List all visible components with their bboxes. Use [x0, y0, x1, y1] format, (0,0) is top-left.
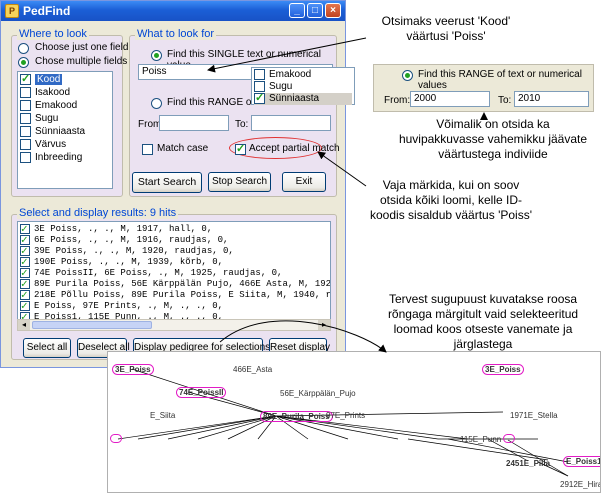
field-checkbox[interactable]: [20, 139, 31, 150]
field-checkbox[interactable]: [20, 87, 31, 98]
exit-button[interactable]: Exit: [282, 172, 326, 192]
callout-field-search: Otsimaks veerust 'Kood' väärtusi 'Poiss': [381, 14, 511, 43]
field-checkbox[interactable]: [20, 100, 31, 111]
scroll-right-icon[interactable]: ▸: [318, 320, 330, 330]
inset-field-synniaasta: Sünniaasta: [254, 91, 352, 105]
pedigree-node[interactable]: 1971E_Stella: [510, 411, 558, 420]
field-checkbox[interactable]: [20, 152, 31, 163]
single-value-radio[interactable]: [151, 50, 162, 61]
inset-from-input: 2000: [410, 91, 490, 107]
option-multiple-fields-radio[interactable]: [18, 57, 29, 68]
scroll-thumb[interactable]: [32, 321, 152, 329]
pedigree-node[interactable]: 2451E_Pilla: [506, 459, 550, 468]
inset-to-label: To:: [498, 95, 512, 106]
field-checkbox[interactable]: [20, 72, 31, 85]
partial-match-label: Accept partial match: [249, 143, 340, 154]
results-count: 9 hits: [149, 207, 177, 219]
field-checkbox[interactable]: [20, 126, 31, 137]
field-checkbox[interactable]: [20, 113, 31, 124]
minimize-button[interactable]: _: [289, 3, 305, 18]
pedigree-node[interactable]: 89E_Purila_Poiss: [260, 411, 333, 422]
field-checkbox: [254, 91, 265, 104]
start-search-button[interactable]: Start Search: [132, 172, 202, 193]
to-label: To:: [235, 119, 249, 130]
pedigree-node[interactable]: [110, 434, 122, 443]
callout-pedigree: Tervest sugupuust kuvatakse roosa rõngag…: [387, 292, 579, 351]
pedigree-node[interactable]: 115E_Punn: [460, 435, 501, 444]
pedigree-node[interactable]: 97E_Prints: [326, 411, 365, 420]
pedigree-node[interactable]: 466E_Asta: [233, 365, 272, 374]
callout-range-search: Võimalik on otsida ka huvipakkuvasse vah…: [398, 117, 588, 161]
close-button[interactable]: ×: [325, 3, 341, 18]
window-title: PedFind: [23, 4, 71, 18]
title-bar[interactable]: P PedFind _ □ ×: [1, 1, 345, 21]
match-case-checkbox[interactable]: [142, 144, 153, 155]
pedigree-node[interactable]: E_Siita: [150, 411, 175, 420]
results-hscrollbar[interactable]: ◂ ▸: [17, 319, 331, 331]
inset-from-label: From:: [384, 95, 411, 106]
match-case-label: Match case: [157, 143, 209, 154]
callout-partial-match: Vaja märkida, kui on soov otsida kõiki l…: [370, 178, 532, 222]
pedigree-lines: [117, 368, 569, 477]
pedigree-node[interactable]: E_Poiss1: [563, 456, 600, 467]
pedigree-node[interactable]: 3E_Poiss: [482, 364, 524, 375]
inset-range-radio: [402, 70, 413, 81]
option-multiple-fields-label: Chose multiple fields: [35, 56, 128, 67]
pedigree-node[interactable]: 56E_Kärppälän_Pujo: [280, 389, 356, 398]
pedigree-node[interactable]: [503, 434, 515, 443]
inset-range-label: Find this RANGE of text or numerical val…: [418, 69, 582, 91]
field-checkbox: [254, 69, 265, 80]
option-one-field-radio[interactable]: [18, 43, 29, 54]
to-input[interactable]: [251, 115, 331, 131]
pedigree-node[interactable]: 2912E_Hira: [560, 480, 600, 489]
inset-range-panel: Find this RANGE of text or numerical val…: [373, 64, 594, 112]
scroll-left-icon[interactable]: ◂: [18, 320, 30, 330]
what-to-look-for-label: What to look for: [135, 28, 217, 40]
field-listbox[interactable]: Kood Isakood Emakood Sugu Sünniaasta Vär…: [17, 71, 113, 189]
partial-match-checkbox[interactable]: [235, 142, 246, 155]
pedfind-window: P PedFind _ □ × Where to look Choose jus…: [0, 0, 346, 368]
pedfind-app-icon: P: [5, 4, 19, 18]
where-to-look-label: Where to look: [17, 28, 89, 40]
option-one-field-label: Choose just one field: [35, 42, 129, 53]
stop-search-button[interactable]: Stop Search: [208, 172, 271, 192]
inset-to-input: 2010: [514, 91, 589, 107]
maximize-button[interactable]: □: [307, 3, 323, 18]
pedigree-node[interactable]: 74E_PoissII: [176, 387, 227, 398]
from-input[interactable]: [159, 115, 229, 131]
results-label: Select and display results: 9 hits: [17, 207, 179, 219]
results-listbox[interactable]: 3E Poiss, ., ., M, 1917, hall, 0, 6E Poi…: [17, 221, 331, 327]
pedigree-diagram[interactable]: 3E_Poiss 466E_Asta 3E_Poiss 74E_PoissII …: [107, 351, 601, 493]
inset-field-list: Emakood Sugu Sünniaasta: [251, 67, 355, 105]
range-radio[interactable]: [151, 98, 162, 109]
select-all-button[interactable]: Select all: [23, 338, 71, 358]
pedigree-node[interactable]: 3E_Poiss: [112, 364, 154, 375]
